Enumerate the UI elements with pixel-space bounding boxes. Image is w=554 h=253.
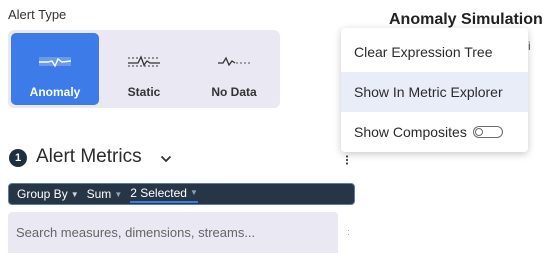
alert-type-anomaly-label: Anomaly <box>29 85 81 99</box>
context-menu: Clear Expression Tree Show In Metric Exp… <box>341 28 528 152</box>
menu-item-show-in-metric-explorer[interactable]: Show In Metric Explorer <box>341 72 528 112</box>
selection-dropdown[interactable]: 2 Selected ▼ <box>130 186 198 203</box>
menu-item-label: Show In Metric Explorer <box>354 84 503 100</box>
simulation-title: Anomaly Simulation <box>389 11 543 28</box>
no-data-icon <box>217 51 251 73</box>
alert-type-label: Alert Type <box>8 7 67 22</box>
caret-down-icon: ▼ <box>70 189 79 199</box>
step-number-badge: 1 <box>9 149 27 167</box>
menu-item-show-composites[interactable]: Show Composites <box>341 112 528 152</box>
menu-item-label: Clear Expression Tree <box>354 44 493 60</box>
menu-item-clear-expression-tree[interactable]: Clear Expression Tree <box>341 32 528 72</box>
menu-item-label: Show Composites <box>354 124 467 140</box>
show-composites-toggle[interactable] <box>472 126 503 138</box>
toggle-knob <box>474 127 483 136</box>
metric-search-box <box>8 212 338 253</box>
alert-type-no-data-button[interactable]: No Data <box>190 33 278 105</box>
more-options-icon[interactable] <box>345 152 349 170</box>
aggregation-label: Sum <box>86 187 112 201</box>
alert-type-anomaly-button[interactable]: Anomaly <box>11 33 99 105</box>
caret-down-icon: ▼ <box>114 189 123 199</box>
caret-down-icon: ▼ <box>189 188 198 197</box>
alert-metrics-title: Alert Metrics <box>36 146 142 167</box>
aggregation-dropdown[interactable]: Sum ▼ <box>87 187 123 201</box>
metric-query-bar: Group By ▼ Sum ▼ 2 Selected ▼ <box>8 183 355 205</box>
group-by-dropdown[interactable]: Group By ▼ <box>17 187 79 201</box>
alert-type-static-button[interactable]: Static <box>100 33 188 105</box>
selection-label: 2 Selected <box>130 185 187 200</box>
drag-handle-icon[interactable]: · · <box>347 226 350 239</box>
anomaly-icon <box>38 51 72 73</box>
static-threshold-icon <box>127 51 161 73</box>
chevron-down-icon[interactable] <box>160 150 172 168</box>
group-by-label: Group By <box>17 187 68 201</box>
metric-search-input[interactable] <box>8 212 338 253</box>
alert-type-no-data-label: No Data <box>211 85 257 99</box>
alert-type-static-label: Static <box>127 85 161 99</box>
alert-type-selector: Anomaly Static No Data <box>8 30 280 108</box>
